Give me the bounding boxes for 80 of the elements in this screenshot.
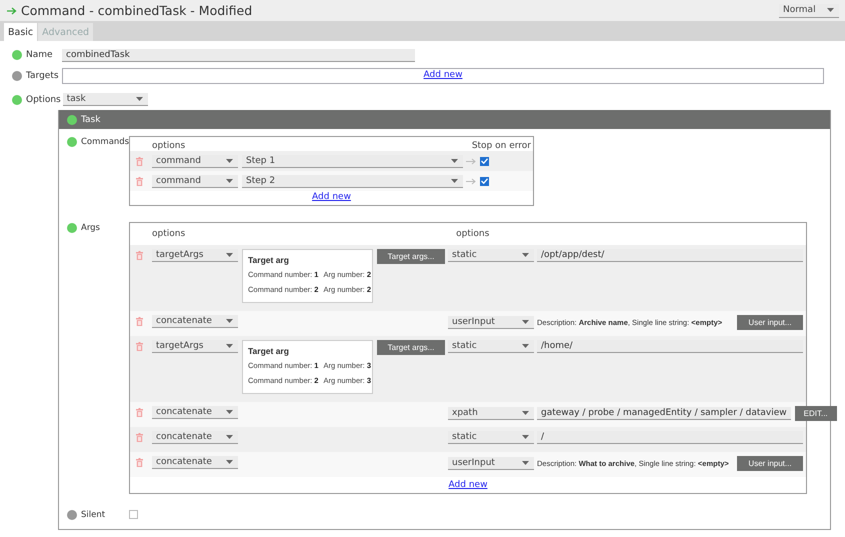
panel-title: Target arg: [248, 255, 290, 265]
name-field[interactable]: combinedTask: [62, 48, 415, 62]
dropdown[interactable]: static: [448, 340, 534, 353]
dropdown[interactable]: Step 2: [242, 174, 463, 188]
trash-icon: [136, 342, 143, 351]
trash-icon: [136, 156, 143, 166]
caret-icon: [522, 253, 529, 257]
caret-icon: [522, 411, 529, 415]
dropdown[interactable]: concatenate: [152, 456, 238, 469]
xpath-field[interactable]: gateway / probe / managedEntity / sampler / dataview: [537, 407, 791, 420]
caret-icon: [522, 344, 529, 348]
target-args-button[interactable]: Target args...: [377, 340, 445, 355]
caret-icon: [522, 320, 529, 324]
dropdown[interactable]: Step 1: [242, 154, 463, 168]
caret-icon: [226, 178, 233, 182]
window-title: Command - combinedTask - Modified: [21, 3, 254, 18]
field-label: Name: [26, 50, 53, 60]
caret-icon: [226, 410, 233, 414]
field-label: Targets: [26, 71, 59, 81]
dropdown[interactable]: userInput: [448, 457, 534, 470]
caret-icon: [226, 253, 233, 257]
caret-icon: [226, 158, 233, 162]
checkmark-icon: [481, 178, 488, 184]
trash-icon: [136, 408, 143, 417]
column-header: options: [152, 141, 186, 151]
panel-title: Task: [81, 114, 100, 124]
dropdown[interactable]: static: [448, 249, 534, 262]
caret-icon: [827, 8, 834, 12]
caret-icon: [226, 344, 233, 348]
trash-icon: [136, 251, 143, 260]
checkbox[interactable]: [129, 510, 138, 519]
caret-icon: [451, 178, 458, 182]
caret-icon: [451, 158, 458, 162]
field-label: Commands: [81, 137, 130, 147]
value-field[interactable]: /: [537, 431, 803, 444]
field-label: Options: [26, 94, 61, 104]
dropdown[interactable]: concatenate: [152, 431, 238, 444]
target-args-button[interactable]: Target args...: [377, 249, 445, 264]
trash-icon: [136, 433, 143, 442]
value-field[interactable]: /opt/app/dest/: [537, 249, 803, 262]
field-label: Silent: [81, 510, 106, 520]
caret-icon: [226, 435, 233, 439]
value-field[interactable]: /home/: [537, 340, 803, 353]
field-label: Args: [81, 223, 100, 233]
column-header: options: [456, 229, 490, 239]
mode-dropdown[interactable]: Normal: [779, 4, 839, 18]
checkbox[interactable]: [480, 156, 489, 166]
add-new-link[interactable]: Add new: [424, 70, 462, 80]
dropdown[interactable]: static: [448, 431, 534, 444]
tab[interactable]: Basic: [4, 23, 38, 41]
checkbox[interactable]: [480, 176, 489, 186]
dropdown[interactable]: task: [62, 93, 148, 106]
column-header: Stop on error: [472, 141, 531, 151]
dropdown[interactable]: targetArgs: [152, 249, 238, 262]
edit-button[interactable]: EDIT...: [794, 406, 837, 421]
dropdown[interactable]: concatenate: [152, 406, 238, 419]
caret-icon: [136, 97, 143, 101]
add-new-link[interactable]: Add new: [312, 192, 351, 202]
dropdown[interactable]: concatenate: [152, 315, 238, 328]
caret-icon: [522, 435, 529, 439]
user-input-button[interactable]: User input...: [737, 315, 803, 330]
dropdown[interactable]: xpath: [448, 407, 534, 420]
dropdown[interactable]: command: [152, 154, 238, 168]
arrow-icon: [7, 6, 17, 14]
caret-icon: [226, 319, 233, 323]
trash-icon: [136, 458, 143, 467]
caret-icon: [522, 461, 529, 465]
dropdown[interactable]: userInput: [448, 316, 534, 329]
dropdown[interactable]: targetArgs: [152, 340, 238, 353]
checkmark-icon: [481, 158, 488, 164]
trash-icon: [136, 317, 143, 326]
dropdown[interactable]: command: [152, 174, 238, 188]
panel-title: Target arg: [248, 346, 290, 356]
user-input-button[interactable]: User input...: [737, 456, 803, 471]
arrow-icon: [466, 158, 476, 164]
caret-icon: [226, 460, 233, 464]
column-header: options: [152, 229, 186, 239]
trash-icon: [136, 176, 143, 186]
arrow-icon: [466, 178, 476, 184]
add-new-link[interactable]: Add new: [448, 480, 488, 490]
